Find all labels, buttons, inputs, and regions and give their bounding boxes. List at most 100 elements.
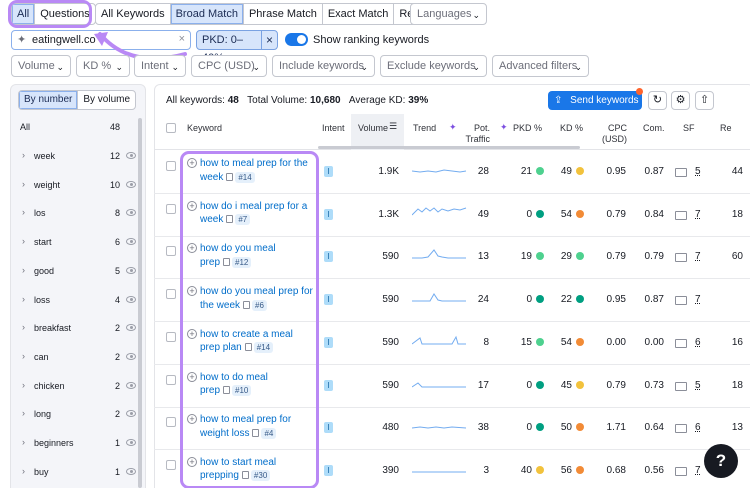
send-keywords-button[interactable]: ⇪ Send keywords <box>548 91 642 110</box>
eye-icon[interactable] <box>126 266 136 274</box>
intent-badge: I <box>324 422 333 434</box>
tab-broad-match[interactable]: Broad Match <box>170 4 244 24</box>
notification-dot <box>636 88 643 95</box>
volume-cell: 590 <box>382 251 399 263</box>
col-sf[interactable]: SF <box>683 123 695 134</box>
eye-icon[interactable] <box>126 467 136 475</box>
chevron-right-icon: › <box>22 379 25 390</box>
sidebar-item[interactable]: › start 6 <box>18 228 140 256</box>
languages-select[interactable]: Languages ⌄ <box>410 3 487 25</box>
col-com[interactable]: Com. <box>643 123 665 134</box>
sf-cell[interactable]: 5 <box>695 166 701 177</box>
kd-filter[interactable]: KD % ⌄ <box>76 55 130 77</box>
eye-icon[interactable] <box>126 295 136 303</box>
pkd-value: 0 <box>526 294 532 306</box>
exclude-keywords-filter[interactable]: Exclude keywords ⌄ <box>380 55 487 77</box>
kd-value: 45 <box>560 379 572 391</box>
sidebar-item[interactable]: › breakfast 2 <box>18 314 140 342</box>
sidebar-item-all[interactable]: All 48 <box>18 113 140 141</box>
sf-cell[interactable]: 7 <box>695 294 701 305</box>
horizontal-scrollbar[interactable] <box>318 146 580 149</box>
tab-exact-match[interactable]: Exact Match <box>323 4 395 24</box>
help-button[interactable]: ? <box>704 444 738 478</box>
eye-icon[interactable] <box>126 180 136 188</box>
row-checkbox[interactable] <box>166 203 176 214</box>
sidebar-item[interactable]: › week 12 <box>18 142 140 170</box>
kd-dot <box>576 167 584 175</box>
pkd-filter-chip[interactable]: PKD: 0–40% × <box>196 30 278 64</box>
sidebar-item[interactable]: › can 2 <box>18 343 140 371</box>
tab-phrase-match[interactable]: Phrase Match <box>244 4 323 24</box>
sidebar-item-label: long <box>34 409 52 420</box>
row-checkbox[interactable] <box>166 289 176 300</box>
gear-icon[interactable]: ⚙ <box>671 91 690 110</box>
row-checkbox[interactable] <box>166 246 176 257</box>
col-volume[interactable]: Volume <box>358 123 388 134</box>
tab-all-keywords[interactable]: All Keywords <box>96 4 171 24</box>
kd-value: 49 <box>560 166 572 177</box>
sf-cell[interactable]: 6 <box>695 337 701 348</box>
eye-icon[interactable] <box>126 152 136 159</box>
sidebar-item-label: can <box>34 351 49 362</box>
sidebar-item[interactable]: › weight 10 <box>18 171 140 199</box>
sf-cell[interactable]: 7 <box>695 465 701 476</box>
sf-cell[interactable]: 7 <box>695 209 701 220</box>
sidebar-item[interactable]: › los 8 <box>18 199 140 227</box>
com-cell: 0.87 <box>644 294 664 306</box>
pkd-cell: 19 <box>504 251 544 262</box>
sidebar-item-count: 12 <box>109 151 120 161</box>
sidebar-item[interactable]: › loss 4 <box>18 286 140 314</box>
row-checkbox[interactable] <box>166 417 176 428</box>
sidebar-item[interactable]: › chicken 2 <box>18 372 140 400</box>
eye-icon[interactable] <box>126 439 136 446</box>
eye-icon[interactable] <box>126 238 136 246</box>
col-trend[interactable]: Trend <box>413 123 436 134</box>
sidebar-item[interactable]: › good 5 <box>18 257 140 285</box>
sort-icon[interactable]: ☰ <box>389 121 397 132</box>
sf-cell[interactable]: 7 <box>695 251 701 262</box>
col-keyword[interactable]: Keyword <box>187 123 222 134</box>
eye-icon[interactable] <box>126 352 136 360</box>
pkd-dot <box>536 167 544 175</box>
serp-features-icon <box>675 424 687 434</box>
results-cell: 16 <box>731 336 743 348</box>
eye-icon[interactable] <box>126 324 136 332</box>
sidebar-item[interactable]: › beginners 1 <box>18 429 140 457</box>
col-cpc[interactable]: CPC (USD) <box>602 123 627 145</box>
sidebar-item-label: breakfast <box>34 323 72 334</box>
row-checkbox[interactable] <box>166 161 176 171</box>
results-cell: 13 <box>731 422 743 434</box>
sf-cell[interactable]: 5 <box>695 380 701 391</box>
kd-dot <box>576 209 584 218</box>
volume-filter[interactable]: Volume ⌄ <box>11 55 71 77</box>
select-all-checkbox[interactable] <box>166 123 176 133</box>
row-checkbox[interactable] <box>166 459 176 470</box>
remove-chip-icon[interactable]: × <box>262 31 277 49</box>
col-intent[interactable]: Intent <box>322 123 345 134</box>
include-keywords-filter[interactable]: Include keywords ⌄ <box>272 55 375 77</box>
col-traffic[interactable]: Pot. Traffic <box>465 123 490 145</box>
eye-icon[interactable] <box>126 381 136 389</box>
tab-by-number[interactable]: By number <box>19 91 79 109</box>
intent-badge: I <box>324 251 333 263</box>
col-pkd[interactable]: PKD % <box>513 123 542 134</box>
col-re[interactable]: Re <box>720 123 732 134</box>
advanced-filters[interactable]: Advanced filters ⌄ <box>492 55 589 77</box>
kd-cell: 29 <box>544 251 584 262</box>
refresh-icon[interactable]: ↻ <box>648 91 667 110</box>
eye-icon[interactable] <box>126 209 136 217</box>
sidebar-item[interactable]: › long 2 <box>18 400 140 428</box>
col-kd[interactable]: KD % <box>560 123 583 134</box>
sidebar-item-label: chicken <box>34 380 65 391</box>
row-checkbox[interactable] <box>166 374 176 385</box>
chevron-right-icon: › <box>22 178 25 189</box>
intent-filter[interactable]: Intent ⌄ <box>134 55 186 77</box>
sf-cell[interactable]: 6 <box>695 422 701 433</box>
cpc-filter[interactable]: CPC (USD) ⌄ <box>191 55 267 77</box>
tab-by-volume[interactable]: By volume <box>78 91 135 109</box>
sidebar-item[interactable]: › buy 1 <box>18 458 140 486</box>
ranking-toggle[interactable] <box>285 33 308 46</box>
export-icon[interactable]: ⇧ <box>695 91 714 110</box>
eye-icon[interactable] <box>126 410 136 418</box>
row-checkbox[interactable] <box>166 331 176 342</box>
